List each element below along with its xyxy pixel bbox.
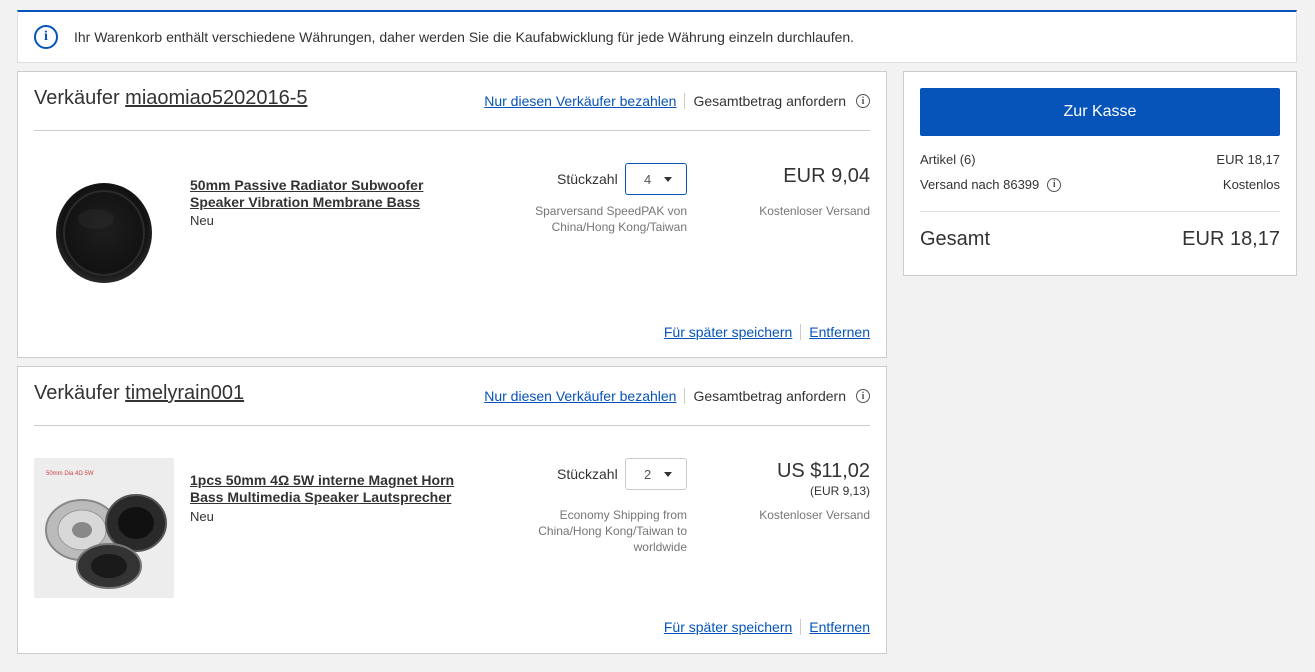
divider: [920, 211, 1280, 212]
summary-items-row: Artikel (6) EUR 18,17: [920, 152, 1280, 167]
seller-card: Verkäufer timelyrain001 Nur diesen Verkä…: [17, 366, 887, 654]
image-label: 50mm Dia 4Ω 5W: [46, 471, 94, 477]
product-condition: Neu: [190, 213, 214, 228]
product-image[interactable]: 50mm Dia 4Ω 5W: [34, 458, 174, 598]
shipping-value: Kostenlos: [1222, 177, 1280, 192]
shipping-label: Versand nach 86399: [920, 177, 1040, 192]
shipping-cost: Kostenloser Versand: [759, 508, 870, 522]
request-total-label: Gesamtbetrag anfordern: [693, 93, 846, 109]
item-price: EUR 9,04: [783, 165, 870, 187]
items-value: EUR 18,17: [1216, 152, 1280, 167]
shipping-method: Sparversand SpeedPAK von China/Hong Kong…: [535, 204, 687, 234]
seller-actions: Nur diesen Verkäufer bezahlen Gesamtbetr…: [484, 388, 870, 404]
seller-name-link[interactable]: miaomiao5202016-5: [125, 87, 307, 109]
seller-header: Verkäufer timelyrain001 Nur diesen Verkä…: [34, 382, 870, 426]
divider: [800, 324, 802, 340]
quantity-select[interactable]: 2: [625, 458, 687, 490]
seller-title: Verkäufer miaomiao5202016-5: [34, 87, 308, 110]
info-icon: i: [34, 25, 58, 49]
pay-seller-only-link[interactable]: Nur diesen Verkäufer bezahlen: [484, 93, 676, 109]
checkout-button[interactable]: Zur Kasse: [920, 88, 1280, 136]
seller-prefix: Verkäufer: [34, 87, 120, 109]
item-price: US $11,02: [776, 460, 870, 482]
seller-title: Verkäufer timelyrain001: [34, 382, 244, 405]
product-title-link[interactable]: 50mm Passive Radiator Subwoofer Speaker …: [190, 177, 480, 211]
total-value: EUR 18,17: [1182, 228, 1280, 250]
quantity-value: 4: [644, 171, 652, 187]
save-for-later-link[interactable]: Für später speichern: [664, 324, 792, 340]
request-total-label: Gesamtbetrag anfordern: [693, 388, 846, 404]
item-price-converted: (EUR 9,13): [809, 484, 870, 498]
quantity-label: Stückzahl: [557, 171, 618, 187]
item-actions: Für später speichern Entfernen: [664, 619, 870, 635]
quantity-select[interactable]: 4: [625, 163, 687, 195]
quantity-label: Stückzahl: [557, 466, 618, 482]
order-summary: Zur Kasse Artikel (6) EUR 18,17 Versand …: [903, 71, 1297, 276]
remove-link[interactable]: Entfernen: [809, 619, 870, 635]
divider: [684, 388, 686, 404]
seller-card: Verkäufer miaomiao5202016-5 Nur diesen V…: [17, 71, 887, 358]
item-actions: Für später speichern Entfernen: [664, 324, 870, 340]
notice-text: Ihr Warenkorb enthält verschiedene Währu…: [74, 29, 855, 45]
product-condition: Neu: [190, 509, 214, 524]
total-label: Gesamt: [920, 228, 991, 250]
quantity-value: 2: [644, 466, 652, 482]
seller-header: Verkäufer miaomiao5202016-5 Nur diesen V…: [34, 87, 870, 131]
shipping-cost: Kostenloser Versand: [759, 204, 870, 218]
seller-prefix: Verkäufer: [34, 382, 120, 404]
seller-name-link[interactable]: timelyrain001: [125, 382, 244, 404]
shipping-method: Economy Shipping from China/Hong Kong/Ta…: [538, 508, 687, 554]
summary-total-row: Gesamt EUR 18,17: [920, 228, 1280, 251]
remove-link[interactable]: Entfernen: [809, 324, 870, 340]
seller-actions: Nur diesen Verkäufer bezahlen Gesamtbetr…: [484, 93, 870, 109]
info-icon[interactable]: i: [1047, 177, 1062, 192]
divider: [684, 93, 686, 109]
chevron-down-icon: [664, 177, 672, 182]
chevron-down-icon: [664, 472, 672, 477]
save-for-later-link[interactable]: Für später speichern: [664, 619, 792, 635]
items-label: Artikel (6): [920, 152, 976, 167]
info-icon[interactable]: i: [856, 94, 870, 108]
product-image[interactable]: [34, 161, 174, 301]
currency-notice: i Ihr Warenkorb enthält verschiedene Wäh…: [17, 10, 1297, 63]
summary-shipping-row: Versand nach 86399 i Kostenlos: [920, 177, 1280, 192]
divider: [800, 619, 802, 635]
product-title-link[interactable]: 1pcs 50mm 4Ω 5W interne Magnet Horn Bass…: [190, 472, 480, 506]
pay-seller-only-link[interactable]: Nur diesen Verkäufer bezahlen: [484, 388, 676, 404]
info-icon[interactable]: i: [856, 389, 870, 403]
